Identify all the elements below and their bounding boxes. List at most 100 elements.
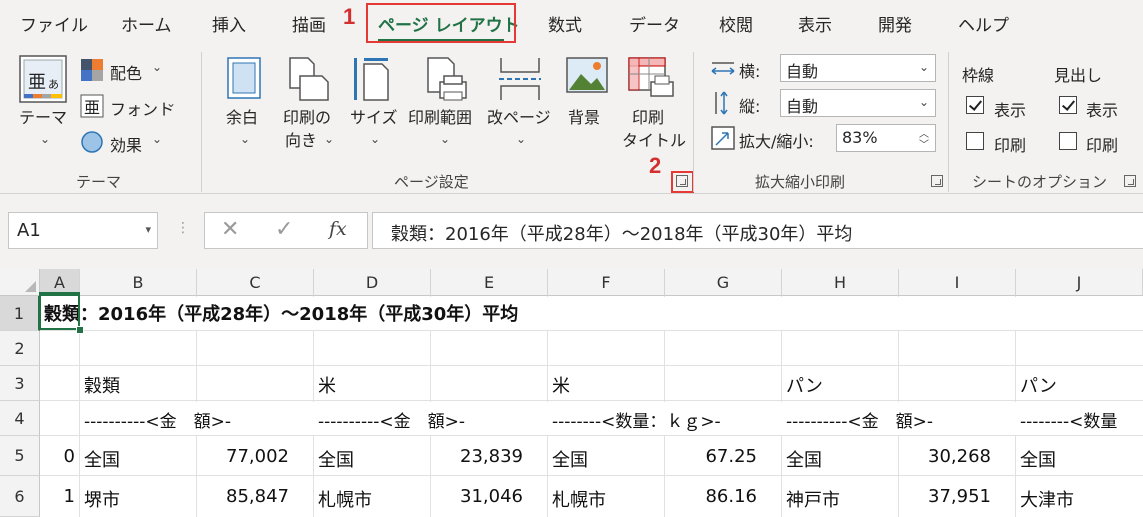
print-area-icon[interactable]: [424, 56, 470, 106]
vertical-dots-icon[interactable]: ⋮: [176, 220, 190, 236]
effects-icon[interactable]: [80, 130, 104, 158]
headings-print-checkbox[interactable]: [1059, 132, 1077, 150]
cell-e6[interactable]: 31,046: [431, 486, 523, 507]
print-area-label[interactable]: 印刷範囲: [408, 107, 472, 129]
cell-j3[interactable]: パン: [1020, 372, 1057, 398]
row-header-5[interactable]: 5: [0, 436, 40, 476]
tab-draw[interactable]: 描画: [292, 11, 326, 36]
column-header-i[interactable]: I: [899, 269, 1016, 296]
spin-down-icon[interactable]: ﹀: [919, 136, 929, 151]
scale-dialog-launcher[interactable]: [931, 175, 943, 187]
cell-h5[interactable]: 全国: [786, 446, 822, 472]
chevron-down-icon[interactable]: ⌄: [166, 96, 176, 110]
chevron-down-icon[interactable]: ⌄: [240, 132, 250, 146]
cell-h3[interactable]: パン: [786, 372, 823, 398]
cell-f4[interactable]: --------<数量：ｋｇ>-: [552, 407, 721, 432]
headings-view-label[interactable]: 表示: [1086, 97, 1118, 121]
orientation-label-1[interactable]: 印刷の: [283, 107, 331, 129]
cell-f5[interactable]: 全国: [552, 446, 588, 472]
row-header-4[interactable]: 4: [0, 401, 40, 436]
orientation-icon[interactable]: [286, 56, 330, 106]
cell-g5[interactable]: 67.25: [665, 446, 757, 467]
tab-review[interactable]: 校閲: [719, 11, 753, 36]
size-label[interactable]: サイズ: [350, 107, 398, 129]
colors-icon[interactable]: [80, 58, 104, 86]
fonts-icon[interactable]: 亜: [80, 94, 104, 122]
cell-i5[interactable]: 30,268: [899, 446, 991, 467]
effects-label[interactable]: 効果: [110, 132, 142, 156]
themes-button-label[interactable]: テーマ: [19, 107, 67, 129]
enter-check-icon[interactable]: ✓: [275, 217, 293, 242]
row-header-1[interactable]: 1: [0, 296, 40, 331]
breaks-icon[interactable]: [497, 56, 543, 106]
cell-g6[interactable]: 86.16: [665, 486, 757, 507]
tab-file[interactable]: ファイル: [20, 11, 88, 36]
chevron-down-icon[interactable]: ⌄: [152, 60, 162, 74]
cell-e5[interactable]: 23,839: [431, 446, 523, 467]
orientation-label-2[interactable]: 向き: [285, 130, 317, 152]
tab-view[interactable]: 表示: [798, 11, 832, 36]
gridlines-view-checkbox[interactable]: [966, 96, 984, 114]
select-all-corner[interactable]: [0, 269, 40, 296]
cell-b5[interactable]: 全国: [84, 446, 120, 472]
page-setup-dialog-launcher[interactable]: [676, 175, 688, 187]
cell-d5[interactable]: 全国: [318, 446, 354, 472]
tab-formulas[interactable]: 数式: [548, 11, 582, 36]
cell-j4[interactable]: --------<数量: [1020, 407, 1117, 432]
cell-d6[interactable]: 札幌市: [318, 486, 372, 512]
print-titles-label-2[interactable]: タイトル: [622, 130, 686, 152]
tab-home[interactable]: ホーム: [121, 11, 172, 36]
tab-developer[interactable]: 開発: [878, 11, 912, 36]
print-titles-icon[interactable]: [627, 56, 675, 106]
column-header-h[interactable]: H: [782, 269, 899, 296]
column-header-g[interactable]: G: [665, 269, 782, 296]
themes-icon[interactable]: 亜 あ: [18, 54, 68, 110]
height-dropdown[interactable]: 自動 ⌄: [780, 89, 936, 117]
gridlines-view-label[interactable]: 表示: [994, 97, 1026, 121]
cell-a5[interactable]: 0: [41, 446, 75, 467]
cell-a1[interactable]: 穀類：2016年（平成28年）～2018年（平成30年）平均: [44, 300, 518, 326]
chevron-down-icon[interactable]: ⌄: [324, 132, 334, 146]
size-icon[interactable]: [352, 56, 392, 106]
cell-f3[interactable]: 米: [552, 372, 570, 398]
chevron-down-icon[interactable]: ⌄: [152, 132, 162, 146]
chevron-down-icon[interactable]: ⌄: [370, 132, 380, 146]
cell-i6[interactable]: 37,951: [899, 486, 991, 507]
cell-a6[interactable]: 1: [41, 486, 75, 507]
cell-h6[interactable]: 神戸市: [786, 486, 840, 512]
cell-j5[interactable]: 全国: [1020, 446, 1056, 472]
tab-data[interactable]: データ: [629, 11, 680, 36]
background-icon[interactable]: [565, 56, 609, 100]
column-header-e[interactable]: E: [431, 269, 548, 296]
insert-function-icon[interactable]: fx: [329, 218, 347, 240]
chevron-down-icon[interactable]: ⌄: [440, 132, 450, 146]
cell-j6[interactable]: 大津市: [1020, 486, 1074, 512]
column-header-b[interactable]: B: [80, 269, 197, 296]
cell-d4[interactable]: ----------<金 額>-: [318, 407, 465, 432]
row-header-2[interactable]: 2: [0, 331, 40, 366]
cell-c6[interactable]: 85,847: [197, 486, 289, 507]
cell-c5[interactable]: 77,002: [197, 446, 289, 467]
tab-insert[interactable]: 挿入: [212, 11, 246, 36]
cancel-icon[interactable]: ✕: [221, 217, 239, 242]
chevron-down-icon[interactable]: ⌄: [516, 132, 526, 146]
width-dropdown[interactable]: 自動 ⌄: [780, 54, 936, 82]
scale-spinner[interactable]: 83% ︿ ﹀: [836, 124, 936, 152]
column-header-c[interactable]: C: [197, 269, 314, 296]
fonts-label[interactable]: フォント: [110, 96, 174, 120]
gridlines-print-checkbox[interactable]: [966, 132, 984, 150]
name-box[interactable]: A1 ▾: [8, 212, 158, 249]
fill-handle[interactable]: [76, 326, 84, 334]
margins-label[interactable]: 余白: [226, 107, 258, 129]
row-header-3[interactable]: 3: [0, 366, 40, 401]
cell-d3[interactable]: 米: [318, 372, 336, 398]
cell-f6[interactable]: 札幌市: [552, 486, 606, 512]
chevron-down-icon[interactable]: ⌄: [40, 132, 50, 146]
column-header-f[interactable]: F: [548, 269, 665, 296]
headings-view-checkbox[interactable]: [1059, 96, 1077, 114]
headings-print-label[interactable]: 印刷: [1086, 132, 1118, 156]
cell-h4[interactable]: ----------<金 額>-: [786, 407, 933, 432]
breaks-label[interactable]: 改ページ: [487, 107, 551, 129]
row-header-6[interactable]: 6: [0, 476, 40, 517]
column-header-d[interactable]: D: [314, 269, 431, 296]
